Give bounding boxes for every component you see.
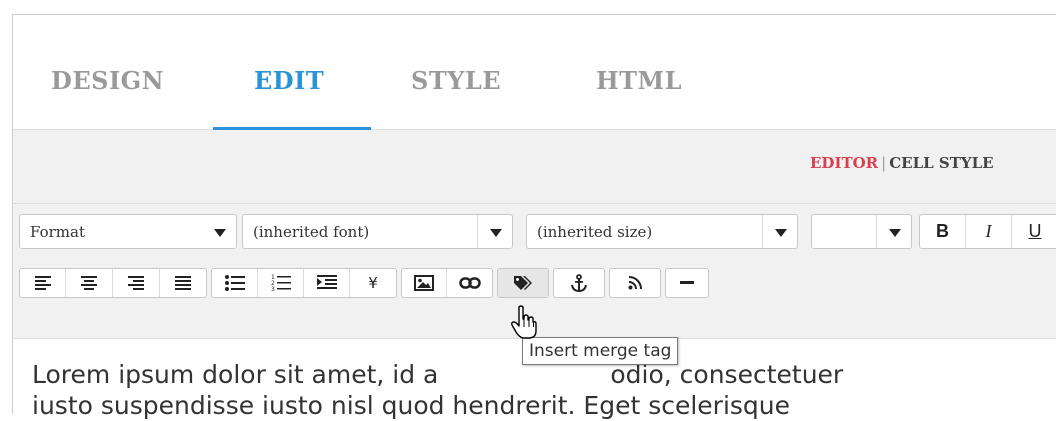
chevron-down-icon bbox=[490, 229, 502, 237]
select-divider bbox=[477, 215, 478, 248]
align-center-icon bbox=[81, 276, 97, 290]
image-icon bbox=[414, 275, 434, 291]
content-line-1-start: Lorem ipsum dolor sit amet, id a bbox=[32, 360, 439, 389]
insert-image-button[interactable] bbox=[402, 269, 448, 297]
tab-edit[interactable]: EDIT bbox=[254, 66, 324, 95]
insert-merge-tag-button[interactable] bbox=[498, 269, 548, 297]
format-select[interactable]: Format bbox=[19, 214, 237, 249]
insert-link-button[interactable] bbox=[447, 269, 492, 297]
italic-button[interactable]: I bbox=[966, 215, 1012, 248]
editor-mode-switch: EDITOR | CELL STYLE bbox=[810, 154, 994, 172]
align-right-button[interactable] bbox=[113, 269, 160, 297]
hand-pointer-cursor-icon bbox=[511, 305, 537, 339]
select-divider bbox=[876, 215, 877, 248]
bullet-list-button[interactable] bbox=[212, 269, 258, 297]
align-left-button[interactable] bbox=[20, 269, 66, 297]
anchor-group bbox=[553, 268, 605, 298]
align-justify-icon bbox=[175, 276, 191, 290]
svg-text:3: 3 bbox=[271, 286, 275, 292]
hr-group bbox=[665, 268, 709, 298]
cell-style-link[interactable]: CELL STYLE bbox=[889, 154, 993, 172]
merge-tag-group bbox=[497, 268, 549, 298]
bold-label: B bbox=[936, 221, 949, 241]
chevron-down-icon bbox=[775, 229, 787, 237]
bold-button[interactable]: B bbox=[920, 215, 966, 248]
chevron-down-icon bbox=[889, 229, 901, 237]
list-group: 123 ¥ bbox=[211, 268, 397, 298]
numbered-list-icon: 123 bbox=[271, 274, 291, 292]
chevron-down-icon bbox=[214, 229, 226, 237]
numbered-list-button[interactable]: 123 bbox=[258, 269, 304, 297]
select-divider bbox=[762, 215, 763, 248]
italic-label: I bbox=[985, 221, 992, 241]
indent-button[interactable] bbox=[304, 269, 350, 297]
tab-bar: DESIGN EDIT STYLE HTML bbox=[13, 15, 1056, 130]
align-right-icon bbox=[128, 276, 144, 290]
rss-group bbox=[609, 268, 661, 298]
font-select-value: (inherited font) bbox=[253, 223, 370, 241]
media-group bbox=[401, 268, 493, 298]
tab-style[interactable]: STYLE bbox=[411, 66, 501, 95]
align-center-button[interactable] bbox=[66, 269, 113, 297]
link-icon bbox=[458, 277, 481, 289]
text-style-group: B I U bbox=[919, 214, 1056, 249]
tags-icon bbox=[514, 276, 532, 290]
currency-button[interactable]: ¥ bbox=[350, 269, 396, 297]
editor-link[interactable]: EDITOR bbox=[810, 154, 878, 172]
color-select[interactable] bbox=[811, 214, 912, 249]
insert-rss-button[interactable] bbox=[610, 269, 660, 297]
underline-button[interactable]: U bbox=[1012, 215, 1056, 248]
alignment-group bbox=[19, 268, 207, 298]
format-select-value: Format bbox=[30, 223, 85, 241]
size-select[interactable]: (inherited size) bbox=[526, 214, 798, 249]
font-select[interactable]: (inherited font) bbox=[242, 214, 513, 249]
sub-navigation-bar: EDITOR | CELL STYLE bbox=[13, 130, 1056, 204]
tooltip: Insert merge tag bbox=[522, 337, 679, 365]
insert-anchor-button[interactable] bbox=[554, 269, 604, 297]
content-text[interactable]: Lorem ipsum dolor sit amet, id a odio, co… bbox=[32, 359, 1042, 421]
underline-label: U bbox=[1028, 221, 1042, 241]
rss-icon bbox=[628, 276, 642, 290]
currency-icon: ¥ bbox=[368, 274, 378, 292]
indent-icon bbox=[316, 275, 337, 289]
anchor-icon bbox=[571, 274, 587, 292]
size-select-value: (inherited size) bbox=[537, 223, 653, 241]
horizontal-rule-button[interactable] bbox=[666, 269, 708, 297]
tab-html[interactable]: HTML bbox=[596, 66, 682, 95]
content-line-2: iusto suspendisse iusto nisl quod hendre… bbox=[32, 391, 791, 420]
bullet-list-icon bbox=[224, 275, 245, 291]
separator: | bbox=[881, 154, 887, 172]
align-left-icon bbox=[34, 276, 51, 290]
minus-icon bbox=[680, 281, 694, 284]
tab-design[interactable]: DESIGN bbox=[51, 66, 164, 95]
align-justify-button[interactable] bbox=[160, 269, 206, 297]
